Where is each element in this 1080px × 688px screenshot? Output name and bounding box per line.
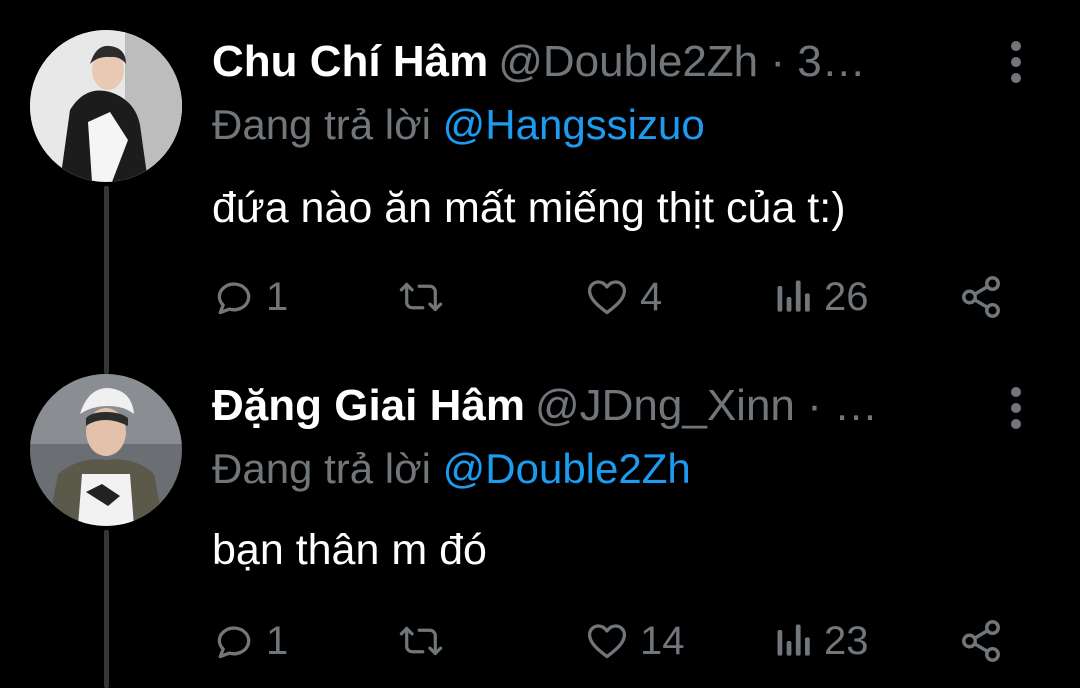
retweet-icon bbox=[399, 282, 443, 312]
retweet-button[interactable] bbox=[396, 272, 456, 322]
tweet-actions: 1 14 23 bbox=[212, 616, 1022, 666]
like-button[interactable]: 14 bbox=[584, 616, 685, 666]
replying-to-label: Đang trả lời bbox=[212, 101, 431, 148]
replying-to: Đang trả lời @Double2Zh bbox=[212, 442, 691, 496]
handle-and-time[interactable]: @Double2Zh · 3… bbox=[498, 37, 866, 86]
retweet-icon bbox=[399, 626, 443, 656]
tweet[interactable]: Chu Chí Hâm @Double2Zh · 3… Đang trả lời … bbox=[0, 0, 1080, 350]
display-name[interactable]: Đặng Giai Hâm bbox=[212, 381, 525, 430]
tweet-text: bạn thân m đó bbox=[212, 526, 487, 574]
share-icon bbox=[962, 620, 1000, 662]
share-button[interactable] bbox=[958, 616, 1004, 666]
retweet-button[interactable] bbox=[396, 616, 456, 666]
share-button[interactable] bbox=[958, 272, 1004, 322]
views-count: 23 bbox=[824, 618, 869, 663]
views-icon bbox=[777, 280, 810, 312]
reply-icon bbox=[217, 626, 251, 659]
replying-to-mention[interactable]: @Hangssizuo bbox=[443, 101, 705, 148]
heart-icon bbox=[587, 280, 627, 315]
tweet-actions: 1 4 26 bbox=[212, 272, 1022, 322]
reply-count: 1 bbox=[266, 618, 289, 663]
views-icon bbox=[777, 624, 810, 656]
avatar[interactable] bbox=[30, 374, 182, 526]
avatar[interactable] bbox=[30, 30, 182, 182]
like-count: 14 bbox=[640, 618, 685, 663]
tweet-text: đứa nào ăn mất miếng thịt của t:) bbox=[212, 184, 846, 232]
like-button[interactable]: 4 bbox=[584, 272, 662, 322]
reply-icon bbox=[217, 282, 251, 315]
reply-button[interactable]: 1 bbox=[212, 272, 288, 322]
tweet-header: Đặng Giai Hâm @JDng_Xinn · … bbox=[212, 378, 990, 434]
heart-icon bbox=[587, 624, 627, 659]
like-count: 4 bbox=[640, 274, 663, 319]
more-vertical-icon[interactable] bbox=[1004, 38, 1028, 86]
views-button[interactable]: 26 bbox=[774, 272, 869, 322]
replying-to: Đang trả lời @Hangssizuo bbox=[212, 98, 705, 152]
share-icon bbox=[962, 276, 1000, 318]
views-button[interactable]: 23 bbox=[774, 616, 869, 666]
reply-button[interactable]: 1 bbox=[212, 616, 288, 666]
views-count: 26 bbox=[824, 274, 869, 319]
reply-count: 1 bbox=[266, 274, 289, 319]
tweet-header: Chu Chí Hâm @Double2Zh · 3… bbox=[212, 34, 990, 90]
display-name[interactable]: Chu Chí Hâm bbox=[212, 37, 488, 86]
replying-to-label: Đang trả lời bbox=[212, 445, 431, 492]
more-vertical-icon[interactable] bbox=[1004, 384, 1028, 432]
replying-to-mention[interactable]: @Double2Zh bbox=[443, 445, 691, 492]
handle-and-time[interactable]: @JDng_Xinn · … bbox=[535, 381, 878, 430]
tweet[interactable]: Đặng Giai Hâm @JDng_Xinn · … Đang trả lời… bbox=[0, 350, 1080, 688]
